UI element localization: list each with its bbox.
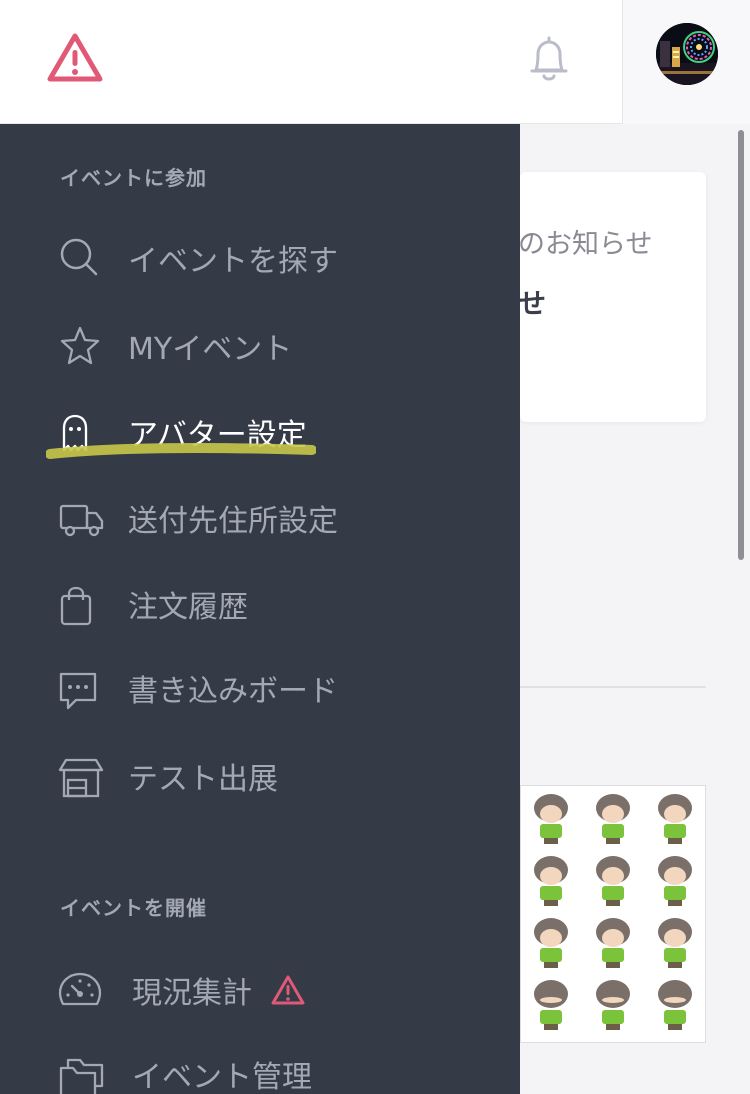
highlight-underline bbox=[45, 438, 317, 462]
warning-icon bbox=[270, 974, 306, 1006]
truck-icon bbox=[58, 498, 104, 542]
account-menu[interactable] bbox=[622, 0, 750, 124]
sprite-figure bbox=[534, 980, 568, 1030]
star-icon bbox=[58, 324, 102, 368]
sprite-figure bbox=[534, 856, 568, 906]
scrollbar[interactable] bbox=[738, 130, 744, 560]
menu-item-label: 送付先住所設定 bbox=[128, 504, 338, 539]
menu-item-label: 現況集計 bbox=[132, 976, 252, 1011]
app-header bbox=[0, 0, 750, 124]
folder-icon bbox=[58, 1056, 104, 1094]
side-drawer: イベントに参加 イベントを探す MYイベント アバター設定 送付先住所設定 注文… bbox=[0, 124, 520, 1094]
section-title-host: イベントを開催 bbox=[60, 896, 207, 920]
sprite-figure bbox=[658, 794, 692, 844]
menu-item-label: イベント管理 bbox=[132, 1060, 312, 1094]
sprite-figure bbox=[658, 918, 692, 968]
sprite-figure bbox=[596, 856, 630, 906]
menu-item-shipping-address[interactable]: 送付先住所設定 bbox=[0, 480, 520, 550]
chat-icon bbox=[58, 670, 102, 714]
divider bbox=[520, 686, 706, 688]
sprite-figure bbox=[596, 980, 630, 1030]
menu-item-event-management[interactable]: イベント管理 bbox=[0, 1038, 520, 1094]
menu-item-message-board[interactable]: 書き込みボード bbox=[0, 652, 520, 722]
menu-item-status-summary[interactable]: 現況集計 bbox=[0, 952, 520, 1022]
menu-item-label: 注文履歴 bbox=[128, 590, 248, 625]
notice-card[interactable]: のお知らせ せ bbox=[520, 172, 706, 422]
menu-item-label: イベントを探す bbox=[128, 244, 338, 279]
sprite-figure bbox=[534, 794, 568, 844]
warning-logo-icon[interactable] bbox=[46, 32, 104, 84]
menu-item-label: テスト出展 bbox=[128, 762, 278, 797]
sprite-figure bbox=[596, 918, 630, 968]
notice-card-title: せ bbox=[520, 287, 547, 320]
menu-item-find-events[interactable]: イベントを探す bbox=[0, 222, 520, 292]
search-icon bbox=[58, 236, 102, 280]
bell-icon[interactable] bbox=[526, 34, 572, 84]
notice-card-subtitle: のお知らせ bbox=[520, 229, 653, 260]
avatar[interactable] bbox=[656, 23, 718, 85]
dashboard-icon bbox=[58, 970, 102, 1014]
sprite-figure bbox=[658, 856, 692, 906]
bag-icon bbox=[58, 584, 102, 628]
menu-item-label: MYイベント bbox=[128, 332, 293, 367]
sprite-figure bbox=[534, 918, 568, 968]
menu-item-my-events[interactable]: MYイベント bbox=[0, 308, 520, 378]
menu-item-order-history[interactable]: 注文履歴 bbox=[0, 566, 520, 636]
section-title-join: イベントに参加 bbox=[60, 166, 207, 190]
avatar-sprite-sheet-image bbox=[520, 785, 706, 1043]
sprite-figure bbox=[596, 794, 630, 844]
sprite-figure bbox=[658, 980, 692, 1030]
menu-item-label: 書き込みボード bbox=[128, 674, 338, 709]
menu-item-test-exhibit[interactable]: テスト出展 bbox=[0, 738, 520, 808]
store-icon bbox=[58, 756, 104, 800]
